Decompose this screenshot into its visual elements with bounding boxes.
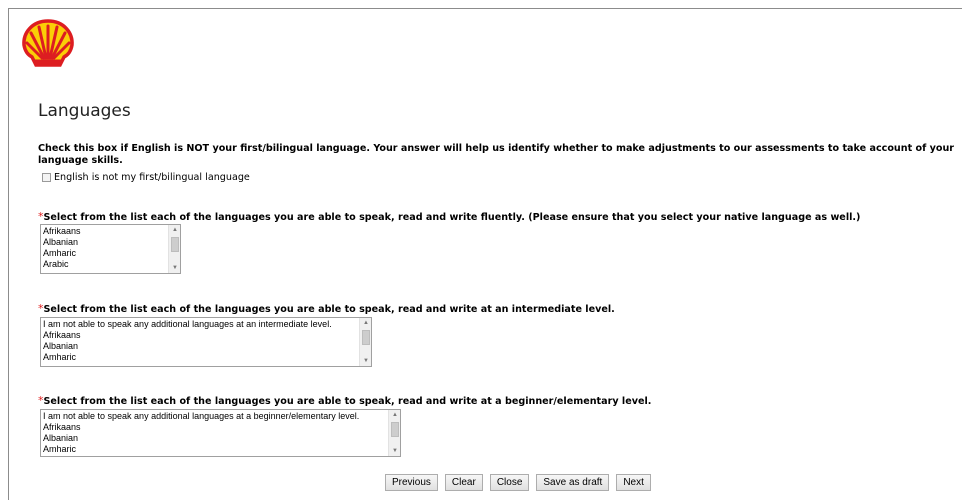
scroll-thumb[interactable]	[362, 330, 370, 345]
listbox-scrollbar[interactable]: ▲ ▼	[359, 318, 371, 366]
scroll-thumb[interactable]	[171, 237, 179, 252]
next-button[interactable]: Next	[616, 474, 651, 491]
english-checkbox[interactable]	[42, 173, 51, 182]
listbox-scrollbar[interactable]: ▲ ▼	[168, 225, 180, 273]
previous-button[interactable]: Previous	[385, 474, 438, 491]
scroll-up-icon[interactable]: ▲	[360, 320, 371, 326]
scroll-thumb[interactable]	[391, 422, 399, 437]
question-label: Select from the list each of the languag…	[43, 304, 615, 315]
list-option[interactable]: Amharic	[43, 352, 332, 363]
page-title: Languages	[38, 101, 131, 121]
list-option[interactable]: Amharic	[43, 444, 359, 455]
list-option[interactable]: Afrikaans	[43, 226, 81, 237]
scroll-up-icon[interactable]: ▲	[169, 227, 180, 233]
list-option[interactable]: Afrikaans	[43, 422, 359, 433]
list-option[interactable]: Arabic	[43, 259, 81, 270]
list-option[interactable]: Afrikaans	[43, 330, 332, 341]
question-label: Select from the list each of the languag…	[43, 396, 652, 407]
intermediate-languages-listbox[interactable]: I am not able to speak any additional la…	[40, 317, 372, 367]
close-button[interactable]: Close	[489, 474, 530, 491]
english-question-text: Check this box if English is NOT your fi…	[38, 143, 955, 166]
list-option[interactable]: Albanian	[43, 341, 332, 352]
english-checkbox-label: English is not my first/bilingual langua…	[54, 172, 250, 183]
scroll-down-icon[interactable]: ▼	[389, 448, 400, 454]
scroll-up-icon[interactable]: ▲	[389, 412, 400, 418]
list-option[interactable]: Albanian	[43, 237, 81, 248]
shell-logo-icon	[22, 19, 74, 67]
list-option[interactable]: I am not able to speak any additional la…	[43, 319, 332, 330]
list-option[interactable]: Albanian	[43, 433, 359, 444]
beginner-languages-question: *Select from the list each of the langua…	[38, 394, 651, 407]
fluent-languages-question: *Select from the list each of the langua…	[38, 210, 860, 223]
scroll-down-icon[interactable]: ▼	[169, 265, 180, 271]
question-label: Select from the list each of the languag…	[43, 212, 861, 223]
scroll-down-icon[interactable]: ▼	[360, 358, 371, 364]
listbox-scrollbar[interactable]: ▲ ▼	[388, 410, 400, 456]
clear-button[interactable]: Clear	[444, 474, 483, 491]
fluent-languages-listbox[interactable]: Afrikaans Albanian Amharic Arabic ▲ ▼	[40, 224, 181, 274]
list-option[interactable]: Amharic	[43, 248, 81, 259]
intermediate-languages-question: *Select from the list each of the langua…	[38, 302, 615, 315]
english-checkbox-row[interactable]: English is not my first/bilingual langua…	[42, 172, 250, 183]
save-as-draft-button[interactable]: Save as draft	[536, 474, 610, 491]
form-action-bar: Previous Clear Close Save as draft Next	[385, 474, 651, 491]
beginner-languages-listbox[interactable]: I am not able to speak any additional la…	[40, 409, 401, 457]
list-option[interactable]: I am not able to speak any additional la…	[43, 411, 359, 422]
